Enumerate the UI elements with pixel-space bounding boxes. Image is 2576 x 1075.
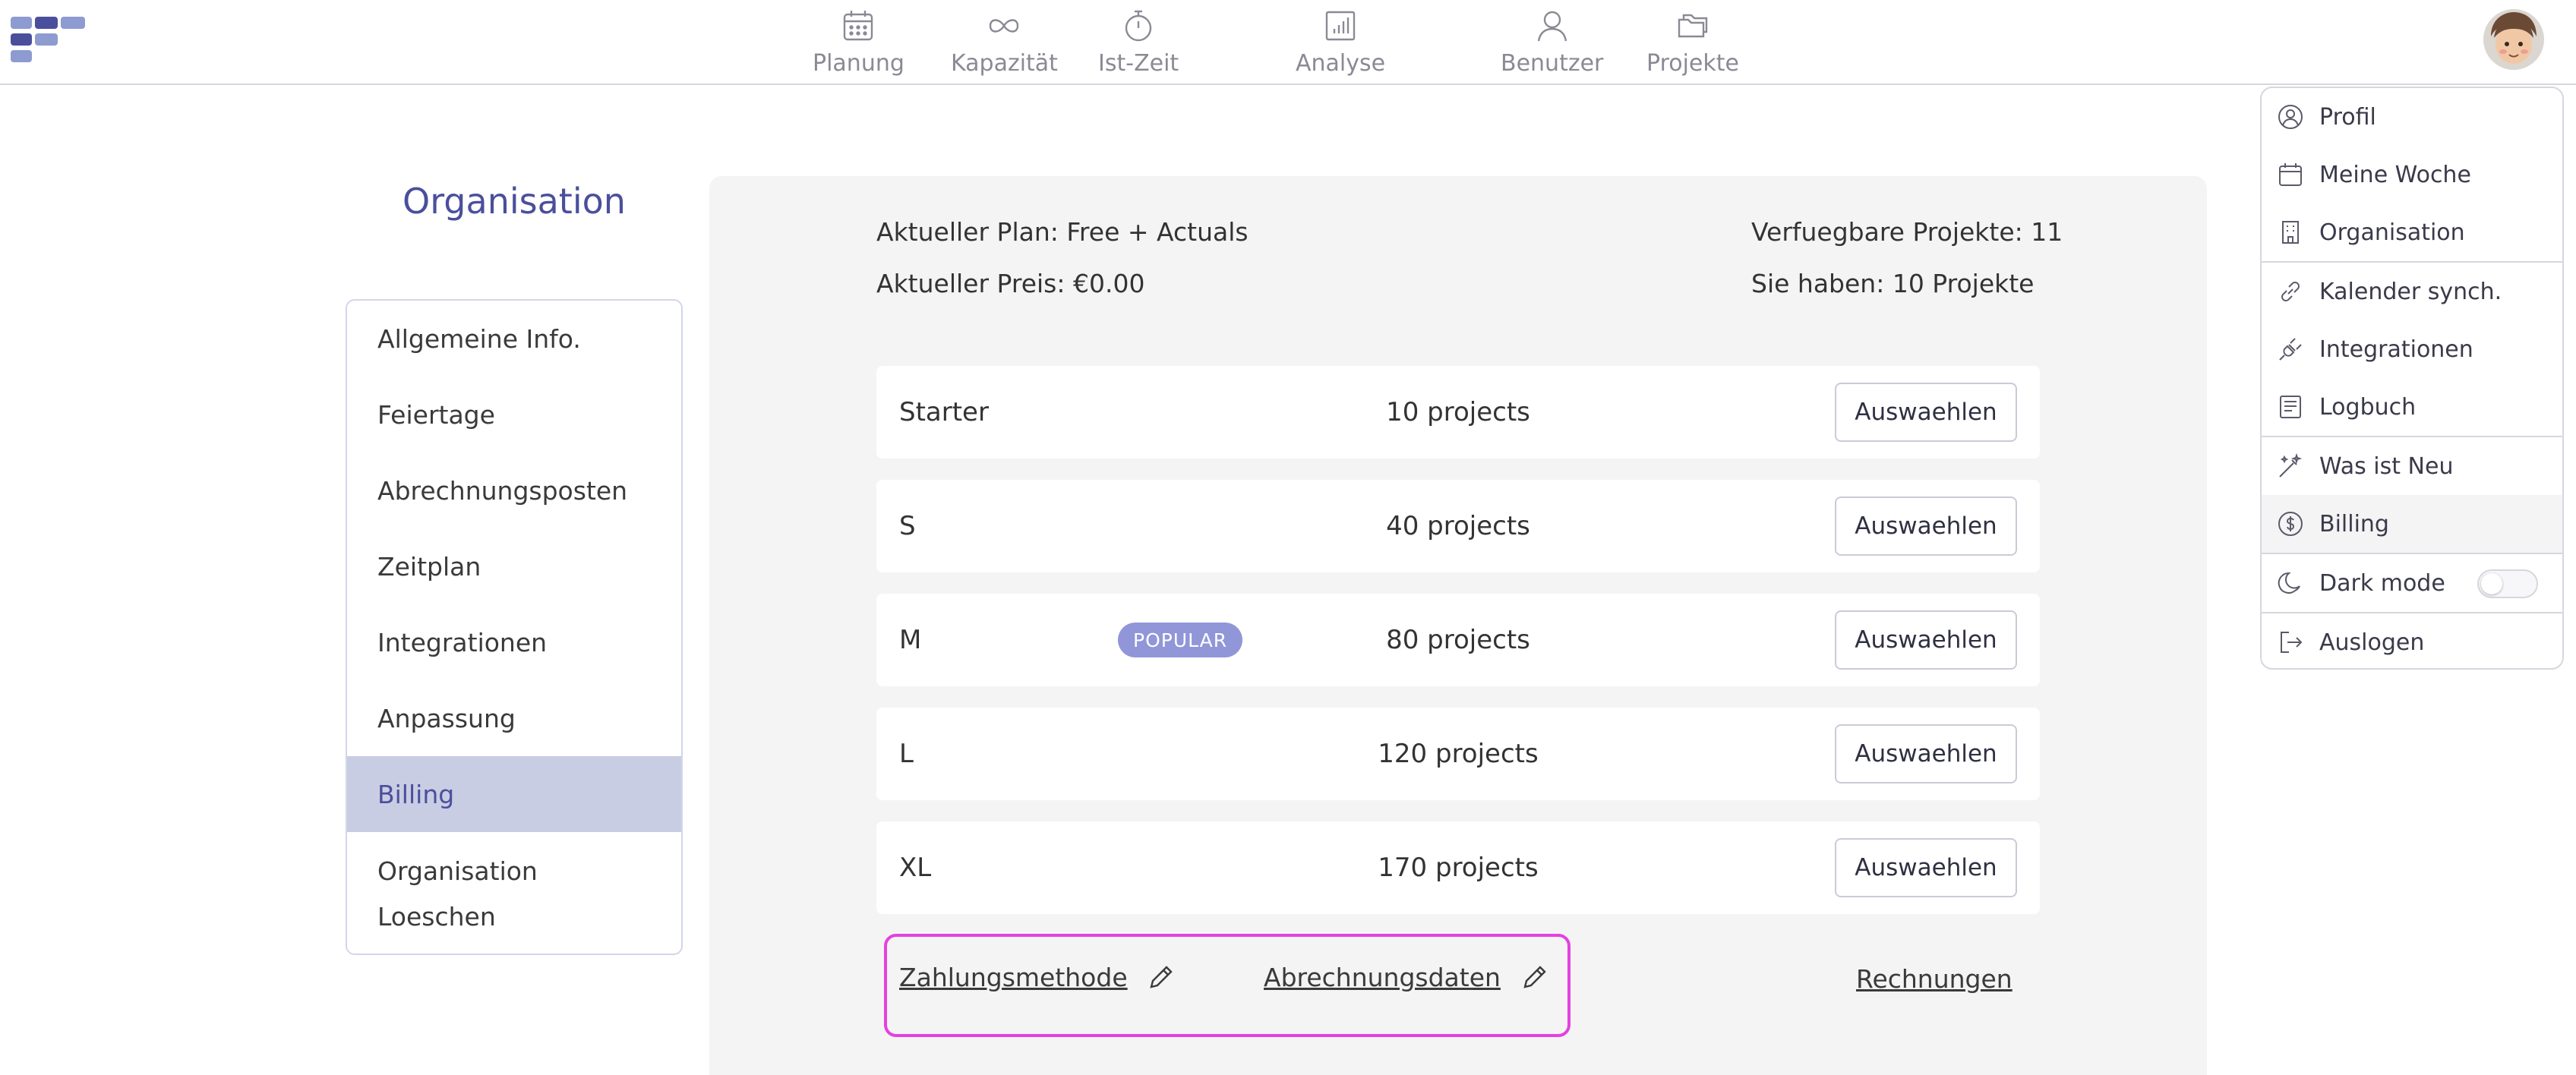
nav-item-ist-zeit[interactable]: Ist-Zeit — [1098, 8, 1179, 77]
current-plan-text: Aktueller Plan: Free + Actuals — [876, 217, 1249, 247]
nav-label: Benutzer — [1501, 50, 1604, 77]
user-circle-icon — [2278, 105, 2303, 129]
nav-label: Planung — [813, 50, 904, 77]
available-projects-text: Verfuegbare Projekte: 11 — [1751, 217, 2063, 247]
your-projects-text: Sie haben: 10 Projekte — [1751, 269, 2035, 298]
folders-icon — [1678, 14, 1708, 38]
logout-icon — [2281, 632, 2303, 653]
nav-item-planung[interactable]: Planung — [813, 8, 904, 77]
select-plan-s-button[interactable]: Auswaehlen — [1835, 497, 2017, 556]
stopwatch-icon — [1125, 10, 1152, 42]
select-plan-starter-button[interactable]: Auswaehlen — [1835, 383, 2017, 442]
plan-row-s: S 40 projects Auswaehlen — [876, 480, 2040, 572]
nav-item-projekte[interactable]: Projekte — [1646, 8, 1739, 77]
sidebar-item-billing[interactable]: Billing — [347, 756, 681, 832]
sidebar-item-feiertage[interactable]: Feiertage — [347, 377, 681, 452]
building-icon — [2282, 221, 2299, 244]
nav-item-benutzer[interactable]: Benutzer — [1501, 8, 1603, 77]
infinity-icon — [990, 19, 1019, 33]
menu-label: Billing — [2319, 510, 2389, 538]
user-icon — [1537, 11, 1567, 42]
plan-row-l: L 120 projects Auswaehlen — [876, 708, 2040, 800]
nav-label: Ist-Zeit — [1098, 50, 1179, 77]
link-icon — [2281, 282, 2300, 301]
nav-item-analyse[interactable]: Analyse — [1296, 8, 1385, 77]
menu-label: Integrationen — [2319, 336, 2473, 363]
log-icon — [2280, 396, 2301, 418]
settings-sidebar: Allgemeine Info. Feiertage Abrechnungspo… — [346, 299, 683, 955]
invoices-link[interactable]: Rechnungen — [1856, 964, 2012, 994]
pencil-icon[interactable] — [1519, 963, 1549, 993]
menu-label: Was ist Neu — [2319, 452, 2454, 480]
dark-mode-toggle[interactable] — [2477, 569, 2538, 598]
pencil-icon[interactable] — [1145, 963, 1176, 993]
menu-item-meine-woche[interactable]: Meine Woche — [2262, 146, 2562, 203]
bar-chart-icon — [1325, 11, 1356, 41]
select-plan-m-button[interactable]: Auswaehlen — [1835, 610, 2017, 670]
menu-item-logbuch[interactable]: Logbuch — [2262, 378, 2562, 436]
user-dropdown-menu: Profil Meine Woche Organisation Kalender… — [2260, 87, 2564, 670]
calendar-icon — [2279, 163, 2302, 186]
plug-icon — [2279, 338, 2302, 361]
menu-item-auslogen[interactable]: Auslogen — [2262, 613, 2562, 668]
sidebar-item-integrationen[interactable]: Integrationen — [347, 604, 681, 680]
payment-method-link[interactable]: Zahlungsmethode — [899, 963, 1128, 992]
page-title: Organisation — [402, 181, 626, 222]
dollar-circle-icon — [2278, 512, 2303, 536]
menu-item-profil[interactable]: Profil — [2262, 88, 2562, 146]
magic-wand-icon — [2279, 452, 2303, 478]
plan-row-m: M POPULAR 80 projects Auswaehlen — [876, 594, 2040, 686]
main-nav: Planung Kapazität Ist-Zeit Analyse Benut… — [0, 0, 2576, 85]
menu-item-kalender-synch[interactable]: Kalender synch. — [2262, 263, 2562, 320]
sidebar-item-abrechnungsposten[interactable]: Abrechnungsposten — [347, 452, 681, 528]
nav-label: Projekte — [1646, 50, 1739, 77]
plan-row-xl: XL 170 projects Auswaehlen — [876, 821, 2040, 914]
menu-item-was-ist-neu[interactable]: Was ist Neu — [2262, 437, 2562, 495]
menu-item-integrationen[interactable]: Integrationen — [2262, 320, 2562, 378]
nav-label: Kapazität — [951, 50, 1058, 77]
menu-label: Auslogen — [2319, 629, 2425, 656]
sidebar-item-allgemeine-info[interactable]: Allgemeine Info. — [347, 301, 681, 377]
menu-label: Dark mode — [2319, 569, 2445, 597]
menu-label: Logbuch — [2319, 393, 2417, 421]
menu-item-organisation[interactable]: Organisation — [2262, 203, 2562, 261]
menu-label: Profil — [2319, 103, 2376, 131]
sidebar-item-zeitplan[interactable]: Zeitplan — [347, 528, 681, 604]
menu-label: Kalender synch. — [2319, 278, 2502, 305]
select-plan-l-button[interactable]: Auswaehlen — [1835, 724, 2017, 783]
calendar-icon — [844, 11, 873, 41]
plan-row-starter: Starter 10 projects Auswaehlen — [876, 366, 2040, 459]
nav-item-kapazitaet[interactable]: Kapazität — [951, 8, 1058, 77]
menu-label: Meine Woche — [2319, 161, 2471, 188]
menu-label: Organisation — [2319, 219, 2465, 246]
billing-data-link[interactable]: Abrechnungsdaten — [1264, 963, 1501, 992]
select-plan-xl-button[interactable]: Auswaehlen — [1835, 838, 2017, 897]
top-navigation-bar: Planung Kapazität Ist-Zeit Analyse Benut… — [0, 0, 2576, 85]
current-price-text: Aktueller Preis: €0.00 — [876, 269, 1145, 298]
user-avatar[interactable] — [2482, 8, 2546, 71]
menu-item-billing[interactable]: Billing — [2262, 495, 2562, 553]
sidebar-item-anpassung[interactable]: Anpassung — [347, 680, 681, 756]
moon-icon — [2278, 572, 2300, 594]
nav-label: Analyse — [1296, 50, 1386, 77]
menu-item-dark-mode: Dark mode — [2262, 554, 2562, 612]
sidebar-item-organisation-loeschen[interactable]: Organisation Loeschen — [347, 832, 681, 954]
